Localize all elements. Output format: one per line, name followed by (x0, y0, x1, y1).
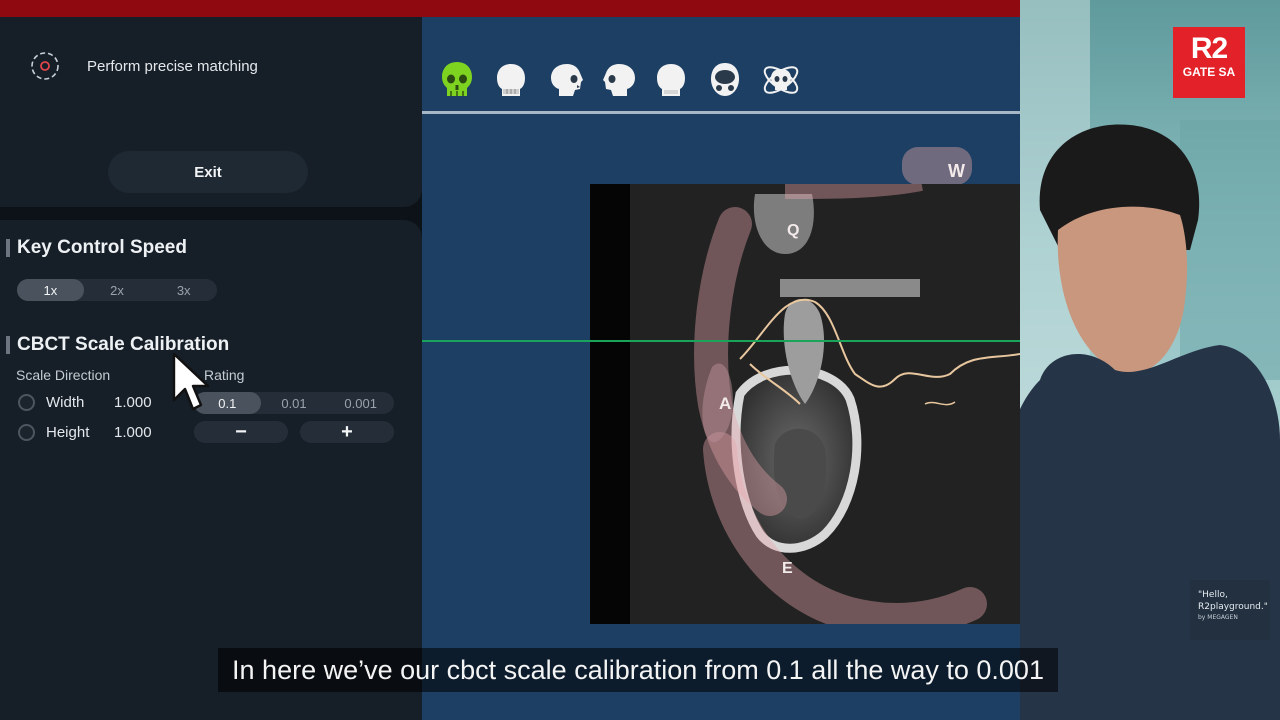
precise-matching-label: Perform precise matching (87, 57, 258, 75)
shirt-text-line3: by MEGAGEN (1198, 614, 1238, 621)
slice-reference-line[interactable] (422, 340, 1020, 342)
width-value: 1.000 (114, 394, 152, 411)
r2-gate-logo: R2 GATE SA (1173, 27, 1245, 98)
speed-option-3x[interactable]: 3x (150, 279, 217, 301)
matching-panel: Perform precise matching Exit (0, 17, 422, 207)
width-radio[interactable] (18, 394, 35, 411)
speed-option-2x[interactable]: 2x (84, 279, 151, 301)
left-orientation-overlay (702, 363, 733, 443)
key-control-speed-heading: Key Control Speed (6, 237, 187, 259)
shirt-text-line2: R2playground." (1198, 602, 1268, 612)
height-radio[interactable] (18, 424, 35, 441)
exit-button[interactable]: Exit (108, 151, 308, 193)
speed-option-1x[interactable]: 1x (17, 279, 84, 301)
rating-selector: 0.1 0.01 0.001 (194, 392, 394, 414)
shirt-text-line1: "Hello, (1198, 590, 1228, 600)
rating-option-0-001[interactable]: 0.001 (327, 392, 394, 414)
precise-matching-row[interactable]: Perform precise matching (28, 49, 258, 83)
increase-button[interactable]: + (300, 421, 394, 443)
logo-line1: R2 (1190, 32, 1228, 65)
key-control-speed-title: Key Control Speed (17, 237, 187, 258)
height-value: 1.000 (114, 424, 152, 441)
top-red-bar (0, 0, 1020, 17)
video-subtitle: In here we’ve our cbct scale calibration… (218, 648, 1058, 692)
mouse-cursor-icon (172, 352, 210, 411)
decrease-button[interactable]: − (194, 421, 288, 443)
height-label: Height (46, 424, 90, 441)
heading-bar (6, 336, 10, 354)
rating-option-0-01[interactable]: 0.01 (261, 392, 328, 414)
orientation-label-a: A (719, 394, 732, 413)
heading-bar (6, 239, 10, 257)
width-label: Width (46, 394, 85, 411)
target-icon (31, 52, 59, 80)
cbct-viewer[interactable]: W Q E A (422, 17, 1020, 720)
presenter-video: "Hello, R2playground." by MEGAGEN R2 GAT… (1020, 0, 1280, 720)
scale-direction-label: Scale Direction (16, 367, 111, 383)
speed-selector: 1x 2x 3x (17, 279, 217, 301)
logo-line2: GATE SA (1182, 65, 1236, 79)
presenter-figure: "Hello, R2playground." by MEGAGEN (1020, 0, 1280, 720)
